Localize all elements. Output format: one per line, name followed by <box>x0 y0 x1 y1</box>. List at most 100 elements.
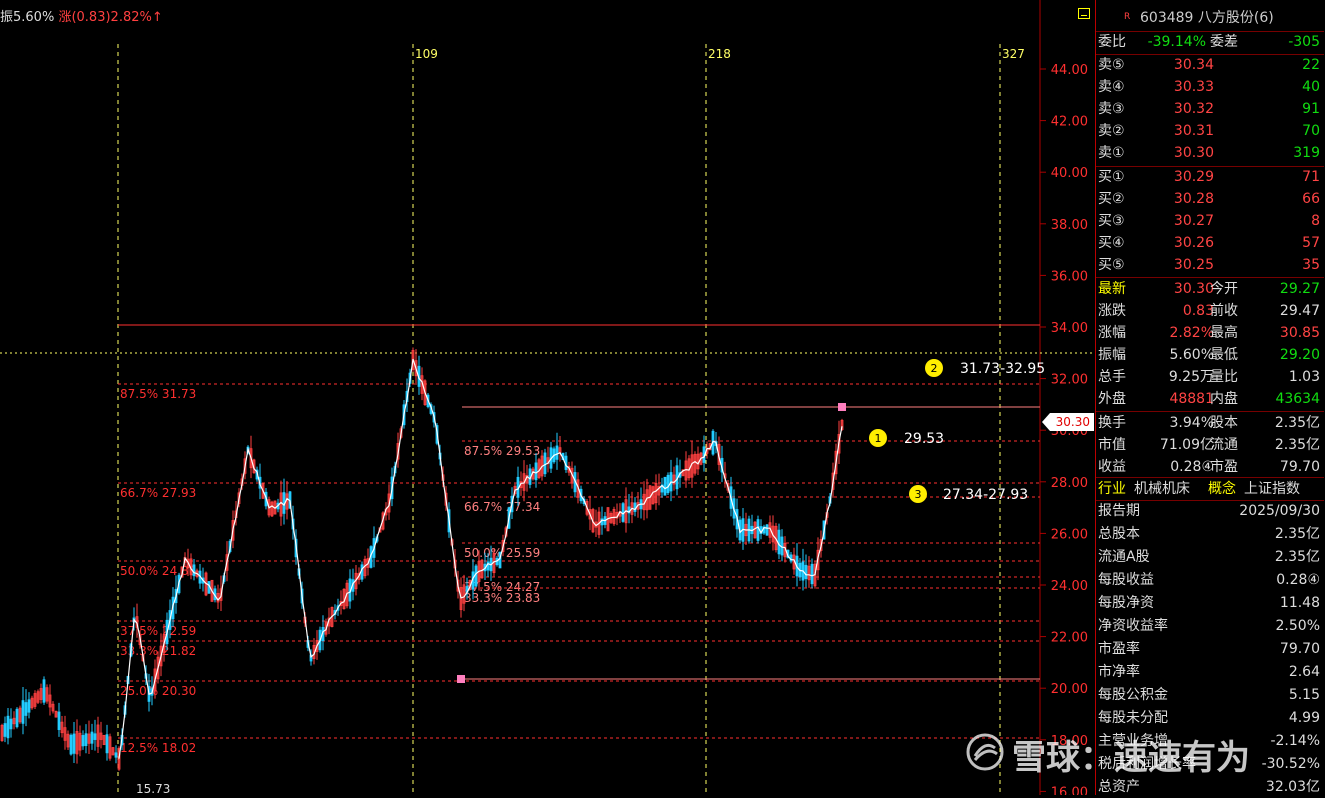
candle-body <box>663 476 667 496</box>
stat-label: 收益 <box>1098 459 1126 475</box>
finance-label: 市盈率 <box>1098 641 1140 657</box>
finance-value: 11.48 <box>1279 595 1320 611</box>
candle-body <box>543 452 547 475</box>
candle-body <box>84 733 88 747</box>
candle-body <box>633 502 637 512</box>
finance-value: 2.35亿 <box>1274 549 1320 565</box>
weicha-value: -305 <box>1288 34 1320 50</box>
finance-label: 净资收益率 <box>1098 618 1168 634</box>
candle-body <box>777 529 781 555</box>
weibi-label: 委比 <box>1098 34 1126 50</box>
buy-price: 30.26 <box>1173 235 1214 251</box>
time-vline-label: 218 <box>708 47 731 61</box>
concept-value: 上证指数 <box>1244 481 1300 497</box>
fib-mid-label: 33.3% 23.83 <box>464 591 540 605</box>
finance-value: 2.50% <box>1275 618 1320 634</box>
sell-label: 卖② <box>1098 123 1125 139</box>
candle-body <box>24 702 28 716</box>
quote-label: 总手 <box>1098 369 1126 385</box>
sell-label: 卖① <box>1098 145 1125 161</box>
y-axis-label: 26.00 <box>1051 527 1088 542</box>
finance-label: 每股净资 <box>1098 595 1154 611</box>
fib-mid-label: 66.7% 27.34 <box>464 500 540 514</box>
buy-label: 买① <box>1098 169 1125 185</box>
candle-body <box>3 723 7 737</box>
quote-panel: R 603489 八方股份(6) 委比 -39.14% 委差 -305 卖⑤ 30.34 2… <box>1095 0 1325 795</box>
y-axis-label: 40.00 <box>1051 166 1088 181</box>
stat-label: 市值 <box>1098 437 1126 453</box>
low-marker <box>457 675 465 683</box>
kline-chart-canvas[interactable]: 44.0042.0040.0038.0036.0034.0032.0030.00… <box>0 0 1095 795</box>
candle-body <box>27 699 31 713</box>
stat-value: 2.35亿 <box>1274 415 1320 431</box>
buy-volume: 57 <box>1302 235 1320 251</box>
sell-label: 卖③ <box>1098 101 1125 117</box>
stat-value: 2.35亿 <box>1274 437 1320 453</box>
y-axis-label: 22.00 <box>1051 631 1088 646</box>
candle-body <box>474 565 478 587</box>
buy-price: 30.29 <box>1173 169 1214 185</box>
quote-value: 1.03 <box>1288 369 1320 385</box>
y-axis-label: 16.00 <box>1051 785 1088 795</box>
quote-value: 30.85 <box>1279 325 1320 341</box>
sell-volume: 40 <box>1302 79 1320 95</box>
y-axis-label: 20.00 <box>1051 682 1088 697</box>
candle-body <box>555 445 559 460</box>
chart-top-info: 振5.60% 涨(0.83)2.82%↑ <box>0 6 163 25</box>
sell-price: 30.33 <box>1173 79 1214 95</box>
candle-body <box>90 731 94 744</box>
candle-body <box>765 524 769 536</box>
target-label: 27.34-27.93 <box>943 487 1028 503</box>
stock-title[interactable]: 603489 八方股份(6) <box>1140 7 1274 29</box>
candle-body <box>21 700 25 724</box>
amplitude-text: 振5.60% <box>0 10 55 25</box>
y-axis-label: 28.00 <box>1051 476 1088 491</box>
candle-body <box>804 564 808 580</box>
sell-price: 30.31 <box>1173 123 1214 139</box>
layout-toggle-icon[interactable] <box>1078 8 1090 19</box>
sell-price: 30.30 <box>1173 145 1214 161</box>
candle-body <box>15 708 19 728</box>
quote-label: 今开 <box>1210 281 1238 297</box>
stat-label: 市盈 <box>1210 459 1238 475</box>
quote-value: 29.27 <box>1279 281 1320 297</box>
buy-price: 30.25 <box>1173 257 1214 273</box>
quote-value: 9.25万 <box>1168 369 1214 385</box>
buy-volume: 71 <box>1302 169 1320 185</box>
quote-label: 内盘 <box>1210 391 1238 407</box>
sell-label: 卖⑤ <box>1098 57 1125 73</box>
candle-body <box>666 474 670 494</box>
quote-label: 涨幅 <box>1098 325 1126 341</box>
stat-value: 3.94% <box>1169 415 1214 431</box>
y-axis-label: 32.00 <box>1051 373 1088 388</box>
candle-body <box>756 519 760 541</box>
quote-label: 最低 <box>1210 347 1238 363</box>
buy-label: 买④ <box>1098 235 1125 251</box>
weibi-value: -39.14% <box>1147 34 1206 50</box>
buy-label: 买② <box>1098 191 1125 207</box>
sell-price: 30.32 <box>1173 101 1214 117</box>
kline-chart[interactable]: 44.00 42.00 40.00 38.00 36.00 34.00 32.00 30.00… <box>0 0 1095 795</box>
current-price-tag: 30.30 <box>1042 413 1094 431</box>
y-axis-label: 36.00 <box>1051 269 1088 284</box>
finance-label: 报告期 <box>1098 503 1140 519</box>
candle-body <box>72 733 76 754</box>
candle-body <box>6 715 10 739</box>
concept-label: 概念 <box>1208 481 1236 497</box>
target-label: 31.73-32.95 <box>960 361 1045 377</box>
quote-label: 最高 <box>1210 325 1238 341</box>
buy-volume: 66 <box>1302 191 1320 207</box>
weicha-label: 委差 <box>1210 34 1238 50</box>
buy-price: 30.28 <box>1173 191 1214 207</box>
quote-label: 振幅 <box>1098 347 1126 363</box>
quote-label: 外盘 <box>1098 391 1126 407</box>
candle-body <box>69 734 73 755</box>
finance-label: 流通A股 <box>1098 549 1150 565</box>
finance-label: 市净率 <box>1098 664 1140 680</box>
finance-label: 每股公积金 <box>1098 687 1168 703</box>
sell-price: 30.34 <box>1173 57 1214 73</box>
candle-body <box>105 734 109 754</box>
stat-value: 0.28④ <box>1170 459 1214 475</box>
stat-label: 换手 <box>1098 415 1126 431</box>
buy-volume: 35 <box>1302 257 1320 273</box>
